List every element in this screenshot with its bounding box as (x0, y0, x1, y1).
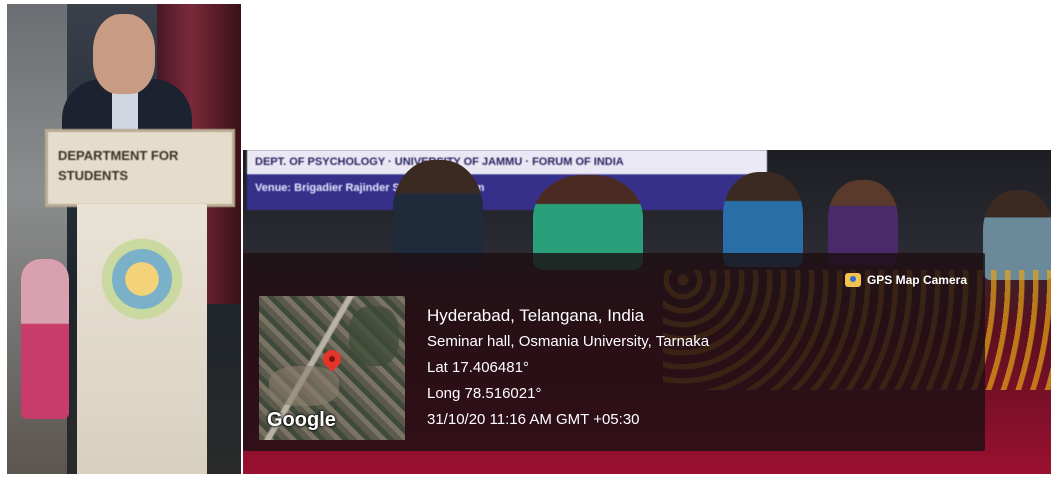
location-timestamp: 31/10/20 11:16 AM GMT +05:30 (427, 411, 640, 428)
google-logo: Google (267, 409, 336, 431)
brand-label: GPS Map Camera (866, 273, 967, 287)
gps-brand: GPS Map Camera (844, 273, 967, 287)
camera-map-icon (844, 273, 861, 287)
map-building (269, 366, 339, 406)
speaker-photo: DEPARTMENT FOR STUDENTS (7, 4, 241, 474)
location-info: Hyderabad, Telangana, India Seminar hall… (427, 303, 709, 433)
podium-sign: DEPARTMENT FOR STUDENTS (45, 129, 235, 207)
speaker-head (93, 14, 155, 94)
stage-banner: DEPT. OF PSYCHOLOGY · UNIVERSITY OF JAMM… (247, 150, 767, 210)
podium-emblem (99, 229, 185, 329)
location-latitude: Lat 17.406481° (427, 359, 529, 376)
location-longitude: Long 78.516021° (427, 385, 542, 402)
map-tree-cover (349, 306, 399, 366)
banner-line-1: DEPT. OF PSYCHOLOGY · UNIVERSITY OF JAMM… (255, 156, 624, 168)
map-thumbnail: Google (259, 296, 405, 440)
banner-line-2: Venue: Brigadier Rajinder Singh Auditori… (255, 182, 485, 194)
location-city: Hyderabad, Telangana, India (427, 306, 645, 325)
gps-overlay: GPS Map Camera Google Hyderabad, Telanga… (243, 253, 985, 451)
panelist-5 (983, 190, 1051, 280)
location-address: Seminar hall, Osmania University, Tarnak… (427, 333, 710, 350)
background-person (21, 259, 69, 419)
